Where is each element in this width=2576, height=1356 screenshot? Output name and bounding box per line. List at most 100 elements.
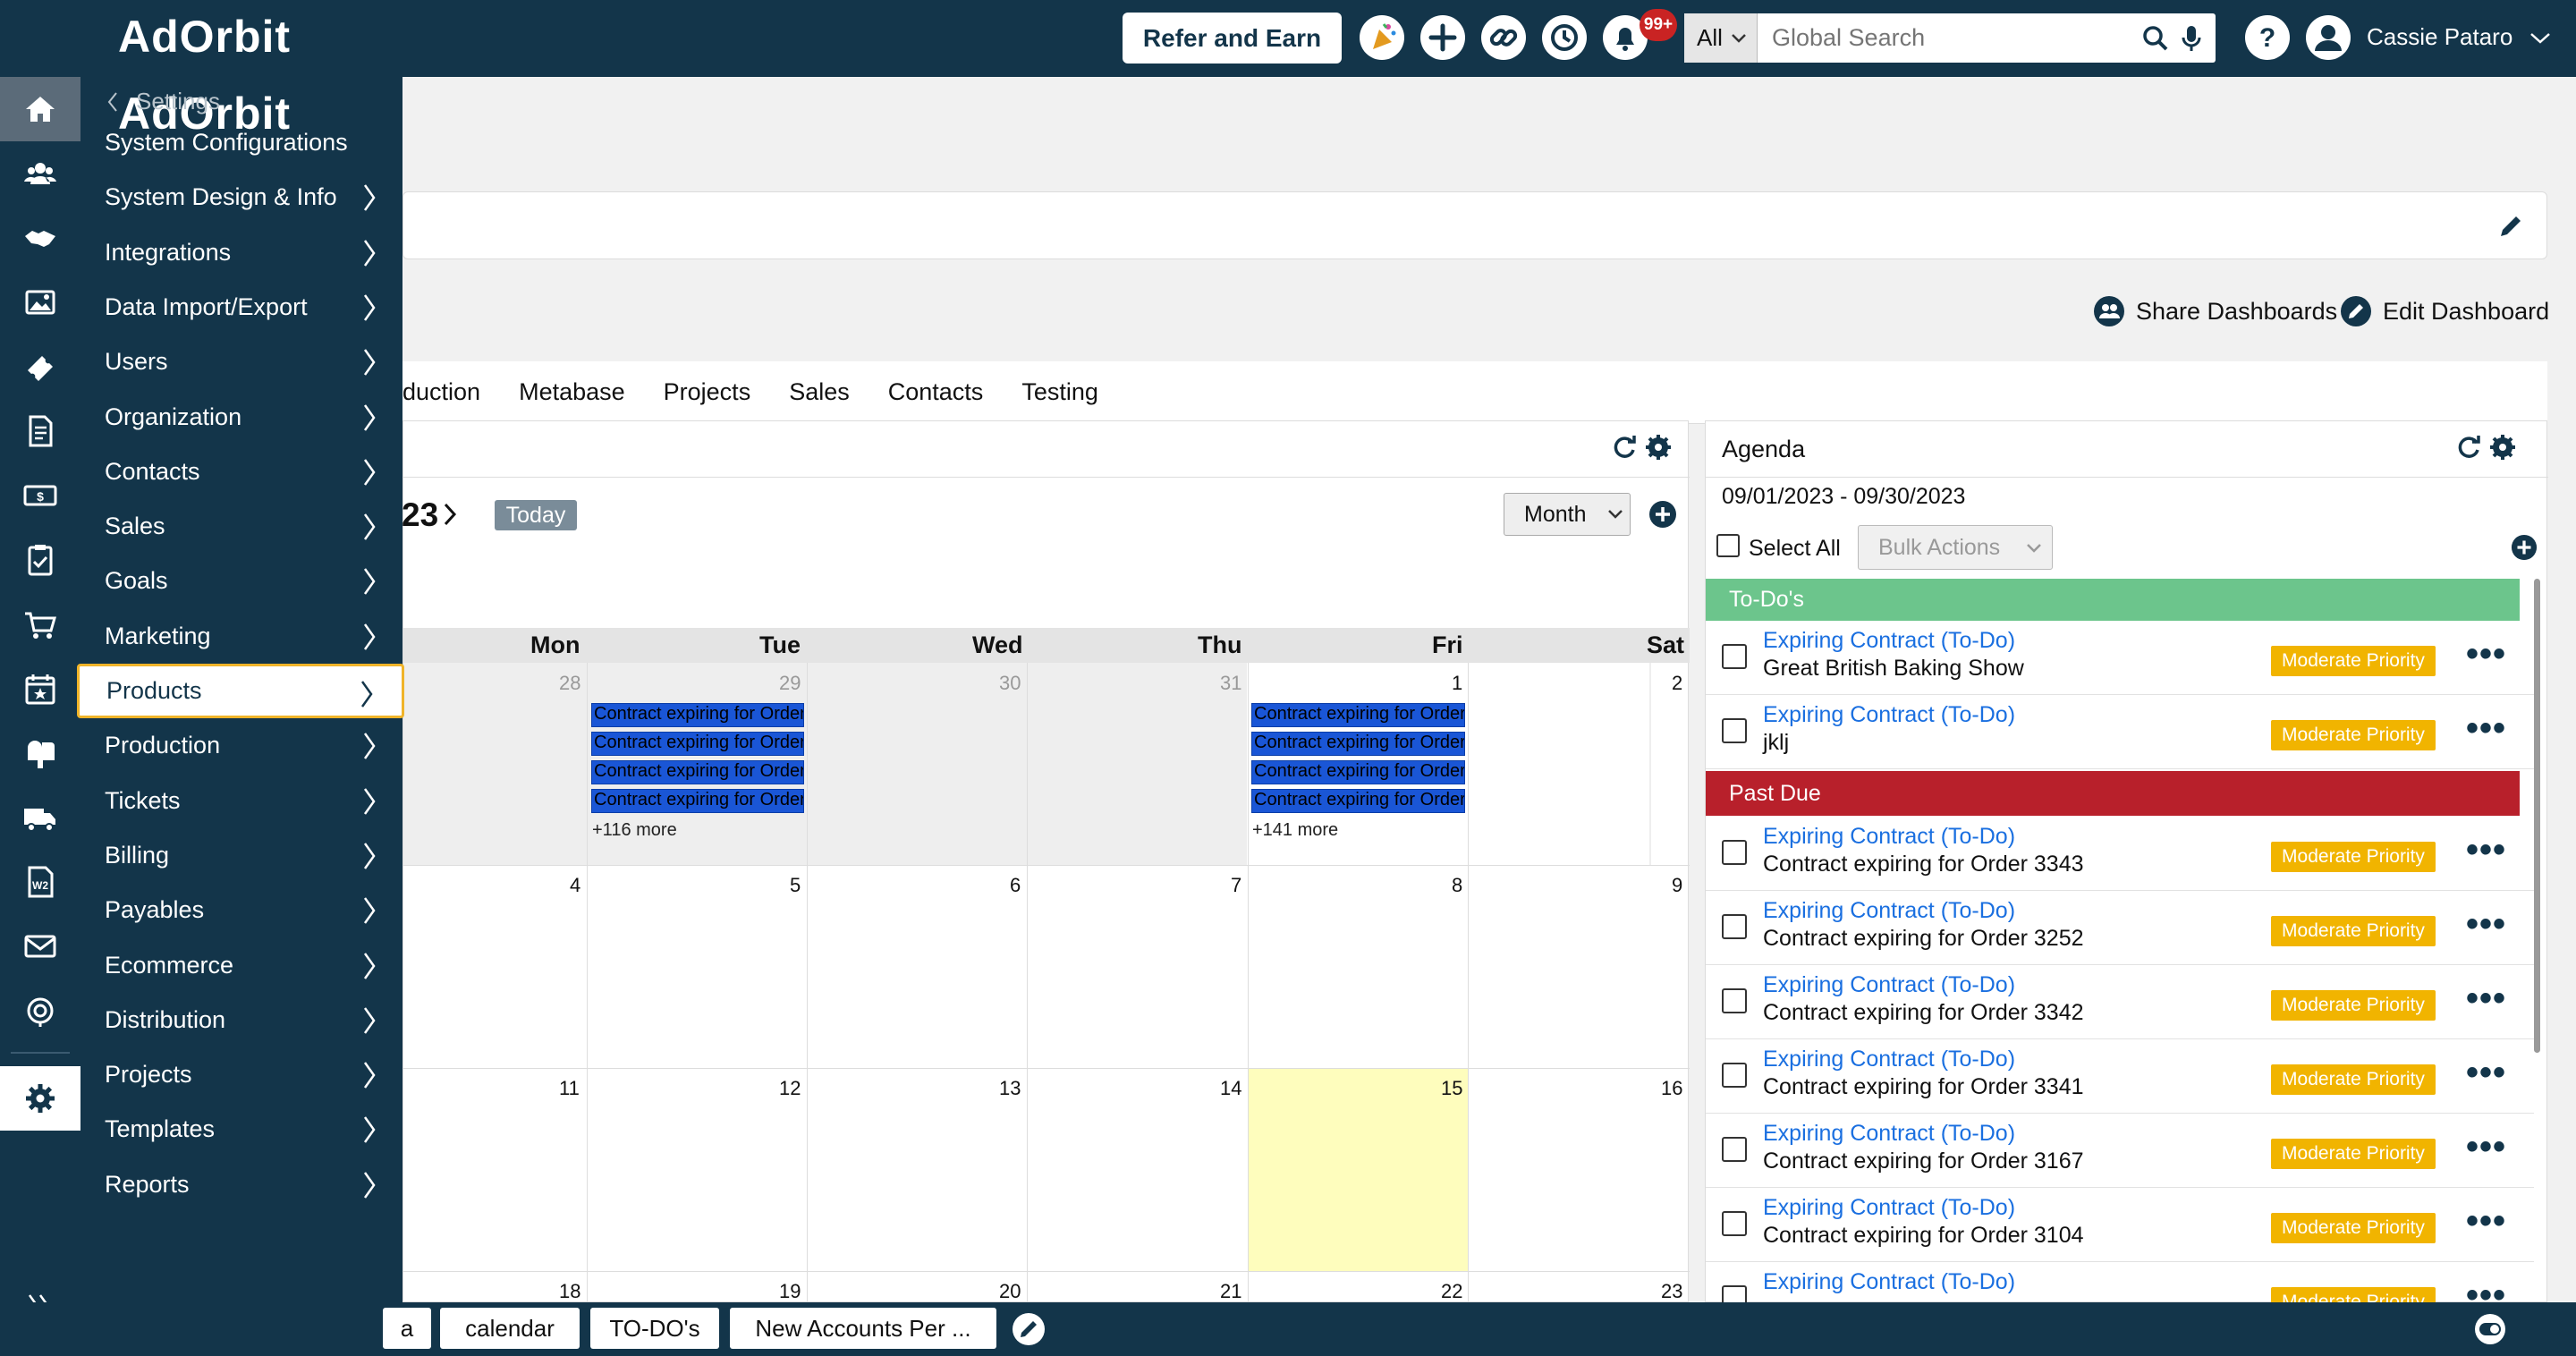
- more-options-icon[interactable]: •••: [2466, 832, 2506, 868]
- agenda-item-link[interactable]: Expiring Contract (To-Do): [1763, 1121, 2015, 1147]
- agenda-item-checkbox[interactable]: [1722, 1211, 1747, 1236]
- tab-contacts[interactable]: Contacts: [888, 378, 984, 406]
- more-events-link[interactable]: +141 more: [1252, 820, 1338, 841]
- menu-item-system-design-info[interactable]: System Design & Info: [80, 170, 402, 225]
- calendar-event[interactable]: Contract expiring for Order: [1251, 703, 1465, 727]
- agenda-scrollbar[interactable]: [2534, 579, 2540, 1053]
- party-icon[interactable]: [1360, 15, 1404, 60]
- user-avatar-icon[interactable]: [2306, 15, 2351, 60]
- today-button[interactable]: Today: [495, 500, 577, 530]
- more-events-link[interactable]: +116 more: [592, 820, 677, 841]
- rail-tickets[interactable]: [0, 335, 80, 399]
- edit-footer-icon[interactable]: [1011, 1311, 1046, 1347]
- day-number[interactable]: 1: [1452, 672, 1462, 695]
- menu-item-data-import-export[interactable]: Data Import/Export: [80, 280, 402, 335]
- agenda-item-link[interactable]: Expiring Contract (To-Do): [1763, 824, 2015, 850]
- history-icon[interactable]: [1542, 15, 1587, 60]
- share-dashboards-button[interactable]: Share Dashboards: [2093, 295, 2337, 327]
- tab-projects[interactable]: Projects: [664, 378, 751, 406]
- day-number[interactable]: 20: [999, 1280, 1021, 1303]
- day-number[interactable]: 14: [1220, 1077, 1241, 1100]
- menu-item-system-configurations[interactable]: System Configurations: [80, 115, 402, 170]
- rail-documents[interactable]: [0, 399, 80, 463]
- more-options-icon[interactable]: •••: [2466, 710, 2506, 746]
- day-number[interactable]: 4: [570, 874, 580, 897]
- search-icon[interactable]: [2142, 25, 2169, 52]
- footer-tab[interactable]: TO-DO's: [590, 1308, 719, 1349]
- refresh-icon[interactable]: [1611, 434, 1638, 461]
- more-options-icon[interactable]: •••: [2466, 1277, 2506, 1302]
- add-agenda-item-icon[interactable]: [2511, 534, 2538, 561]
- agenda-item-link[interactable]: Expiring Contract (To-Do): [1763, 702, 2015, 728]
- footer-tab[interactable]: a: [383, 1308, 431, 1349]
- rail-shipping[interactable]: [0, 785, 80, 850]
- menu-item-distribution[interactable]: Distribution: [80, 993, 402, 1047]
- day-number[interactable]: 21: [1220, 1280, 1241, 1303]
- agenda-item-checkbox[interactable]: [1722, 840, 1747, 865]
- day-number[interactable]: 30: [999, 672, 1021, 695]
- tab-sales[interactable]: Sales: [789, 378, 850, 406]
- settings-gear-icon[interactable]: [1645, 434, 1672, 461]
- link-icon[interactable]: [1481, 15, 1526, 60]
- more-options-icon[interactable]: •••: [2466, 906, 2506, 942]
- day-number[interactable]: 11: [559, 1077, 580, 1100]
- day-number[interactable]: 7: [1231, 874, 1241, 897]
- toggle-switch-icon[interactable]: [2470, 1313, 2510, 1345]
- menu-item-organization[interactable]: Organization: [80, 390, 402, 445]
- settings-gear-icon[interactable]: [2489, 434, 2516, 461]
- user-menu-chevron-icon[interactable]: [2529, 32, 2551, 45]
- rail-people[interactable]: [0, 141, 80, 206]
- calendar-event[interactable]: Contract expiring for Order: [591, 732, 804, 756]
- rail-mail[interactable]: [0, 914, 80, 979]
- bulk-actions-select[interactable]: Bulk Actions: [1858, 525, 2053, 570]
- select-all-checkbox[interactable]: [1716, 534, 1740, 557]
- agenda-item-link[interactable]: Expiring Contract (To-Do): [1763, 1195, 2015, 1221]
- menu-item-integrations[interactable]: Integrations: [80, 225, 402, 280]
- next-month-chevron-icon[interactable]: [443, 502, 457, 527]
- day-number[interactable]: 9: [1672, 874, 1682, 897]
- calendar-event[interactable]: Contract expiring for Order: [1251, 732, 1465, 756]
- more-options-icon[interactable]: •••: [2466, 1203, 2506, 1239]
- refer-and-earn-button[interactable]: Refer and Earn: [1123, 13, 1342, 64]
- agenda-item-link[interactable]: Expiring Contract (To-Do): [1763, 1047, 2015, 1072]
- menu-item-projects[interactable]: Projects: [80, 1047, 402, 1102]
- more-options-icon[interactable]: •••: [2466, 980, 2506, 1016]
- more-options-icon[interactable]: •••: [2466, 636, 2506, 672]
- edit-pencil-icon[interactable]: [2496, 212, 2525, 241]
- menu-item-tickets[interactable]: Tickets: [80, 774, 402, 828]
- rail-deals[interactable]: [0, 206, 80, 270]
- help-icon[interactable]: ?: [2245, 15, 2290, 60]
- calendar-event[interactable]: Contract expiring for Order: [591, 789, 804, 813]
- calendar-event[interactable]: Contract expiring for Order: [591, 760, 804, 784]
- settings-back-link[interactable]: Settings: [107, 88, 220, 115]
- menu-item-goals[interactable]: Goals: [80, 554, 402, 608]
- tab-production[interactable]: duction: [402, 378, 480, 406]
- rail-home[interactable]: [0, 77, 80, 141]
- day-number[interactable]: 16: [1661, 1077, 1682, 1100]
- rail-calendar[interactable]: [0, 657, 80, 721]
- day-number-today[interactable]: 15: [1441, 1077, 1462, 1100]
- day-number[interactable]: 18: [559, 1280, 580, 1303]
- day-number[interactable]: 31: [1220, 672, 1241, 695]
- day-number[interactable]: 5: [790, 874, 801, 897]
- day-number[interactable]: 12: [779, 1077, 801, 1100]
- rail-billing[interactable]: $: [0, 463, 80, 528]
- user-name[interactable]: Cassie Pataro: [2367, 23, 2512, 51]
- menu-item-ecommerce[interactable]: Ecommerce: [80, 938, 402, 993]
- tab-metabase[interactable]: Metabase: [519, 378, 625, 406]
- agenda-item-checkbox[interactable]: [1722, 914, 1747, 939]
- adorbit-logo[interactable]: AdOrbit: [118, 11, 291, 63]
- menu-item-products[interactable]: Products: [77, 664, 404, 718]
- agenda-item-checkbox[interactable]: [1722, 988, 1747, 1013]
- agenda-item-checkbox[interactable]: [1722, 644, 1747, 669]
- menu-item-payables[interactable]: Payables: [80, 883, 402, 937]
- rail-payables[interactable]: W2: [0, 850, 80, 914]
- agenda-item-link[interactable]: Expiring Contract (To-Do): [1763, 1269, 2015, 1295]
- rail-distribution[interactable]: [0, 721, 80, 785]
- global-search-input[interactable]: [1772, 13, 2112, 63]
- more-options-icon[interactable]: •••: [2466, 1129, 2506, 1165]
- day-number[interactable]: 13: [999, 1077, 1021, 1100]
- menu-item-marketing[interactable]: Marketing: [80, 609, 402, 664]
- microphone-icon[interactable]: [2181, 24, 2202, 53]
- menu-item-sales[interactable]: Sales: [80, 499, 402, 554]
